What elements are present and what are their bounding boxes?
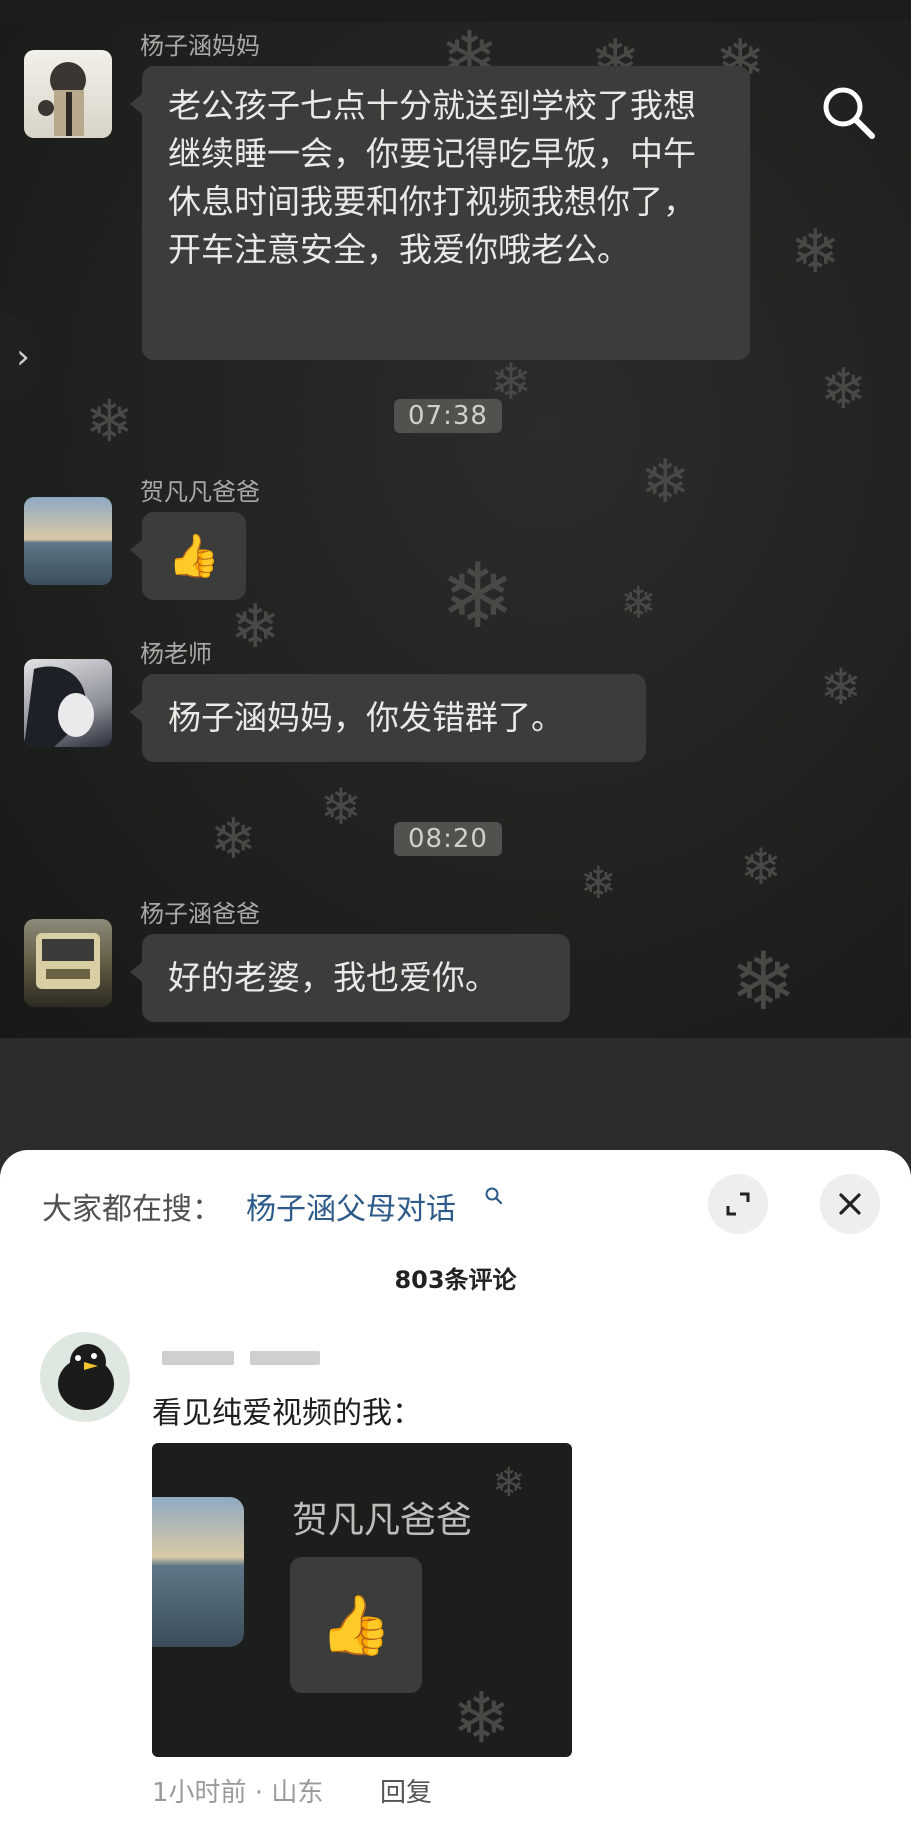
status-bar: [0, 0, 911, 22]
message-bubble: 杨子涵妈妈，你发错群了。: [130, 674, 646, 762]
snowflake-decoration: ❄: [620, 578, 657, 629]
snowflake-decoration: ❄: [730, 935, 798, 1028]
chevron-right-icon[interactable]: ›: [0, 312, 42, 402]
reply-button[interactable]: 回复: [380, 1772, 432, 1809]
timestamp: 07:38: [394, 399, 502, 433]
snowflake-decoration: ❄: [440, 544, 516, 649]
search-suggestion-label: 大家都在搜：: [42, 1192, 222, 1227]
avatar: [152, 1497, 244, 1647]
avatar: [24, 659, 112, 747]
avatar[interactable]: [40, 1332, 130, 1422]
thumbs-up-icon: 👍: [130, 512, 246, 600]
close-button[interactable]: [820, 1174, 880, 1234]
snowflake-decoration: ❄: [740, 838, 782, 896]
avatar: [24, 919, 112, 1007]
snowflake-decoration: ❄: [210, 807, 257, 872]
snowflake-decoration: ❄: [820, 357, 867, 422]
username-redacted: [162, 1351, 234, 1365]
search-suggestion-link[interactable]: 杨子涵父母对话: [246, 1184, 456, 1228]
comments-panel: 大家都在搜： 杨子涵父母对话 803条评论 看见纯爱视频的我： 贺凡凡爸爸 👍: [0, 1150, 911, 1826]
sender-name: 贺凡凡爸爸: [140, 478, 260, 506]
avatar: [24, 50, 112, 138]
snowflake-decoration: ❄: [580, 858, 617, 909]
snowflake-decoration: ❄: [640, 447, 691, 517]
expand-icon: [726, 1192, 750, 1216]
snowflake-decoration: ❄: [452, 1677, 511, 1757]
timestamp: 08:20: [394, 822, 502, 856]
expand-button[interactable]: [708, 1174, 768, 1234]
snowflake-decoration: ❄: [320, 778, 362, 836]
search-icon: [485, 1187, 503, 1205]
snowflake-decoration: ❄: [820, 658, 862, 716]
snowflake-decoration: ❄: [492, 1460, 526, 1506]
close-icon: [839, 1193, 861, 1215]
message-bubble: 好的老婆，我也爱你。: [130, 934, 570, 1022]
thumbs-up-icon: 👍: [290, 1557, 422, 1693]
snowflake-decoration: ❄: [85, 387, 134, 455]
video-frame[interactable]: ❄ ❄ ❄ ❄ ❄ ❄ ❄ ❄ ❄ ❄ ❄ ❄ ❄ ❄ ❄ ❄ ❄ › 杨子涵妈…: [0, 22, 911, 1038]
snowflake-decoration: ❄: [790, 217, 841, 287]
avatar: [24, 497, 112, 585]
search-icon[interactable]: [818, 82, 878, 142]
comment-text: 看见纯爱视频的我：: [152, 1396, 422, 1431]
comment-image[interactable]: 贺凡凡爸爸 👍 ❄ ❄: [152, 1443, 572, 1757]
sender-name: 杨子涵爸爸: [140, 900, 260, 928]
message-bubble: 老公孩子七点十分就送到学校了我想继续睡一会，你要记得吃早饭，中午休息时间我要和你…: [130, 66, 750, 360]
sender-name: 贺凡凡爸爸: [292, 1500, 473, 1541]
username-redacted: [250, 1351, 320, 1365]
comment-meta: 1小时前 · 山东: [152, 1778, 324, 1808]
sender-name: 杨子涵妈妈: [140, 32, 260, 60]
snowflake-decoration: ❄: [230, 592, 281, 662]
comment-count: 803条评论: [394, 1266, 517, 1294]
sender-name: 杨老师: [140, 640, 212, 668]
